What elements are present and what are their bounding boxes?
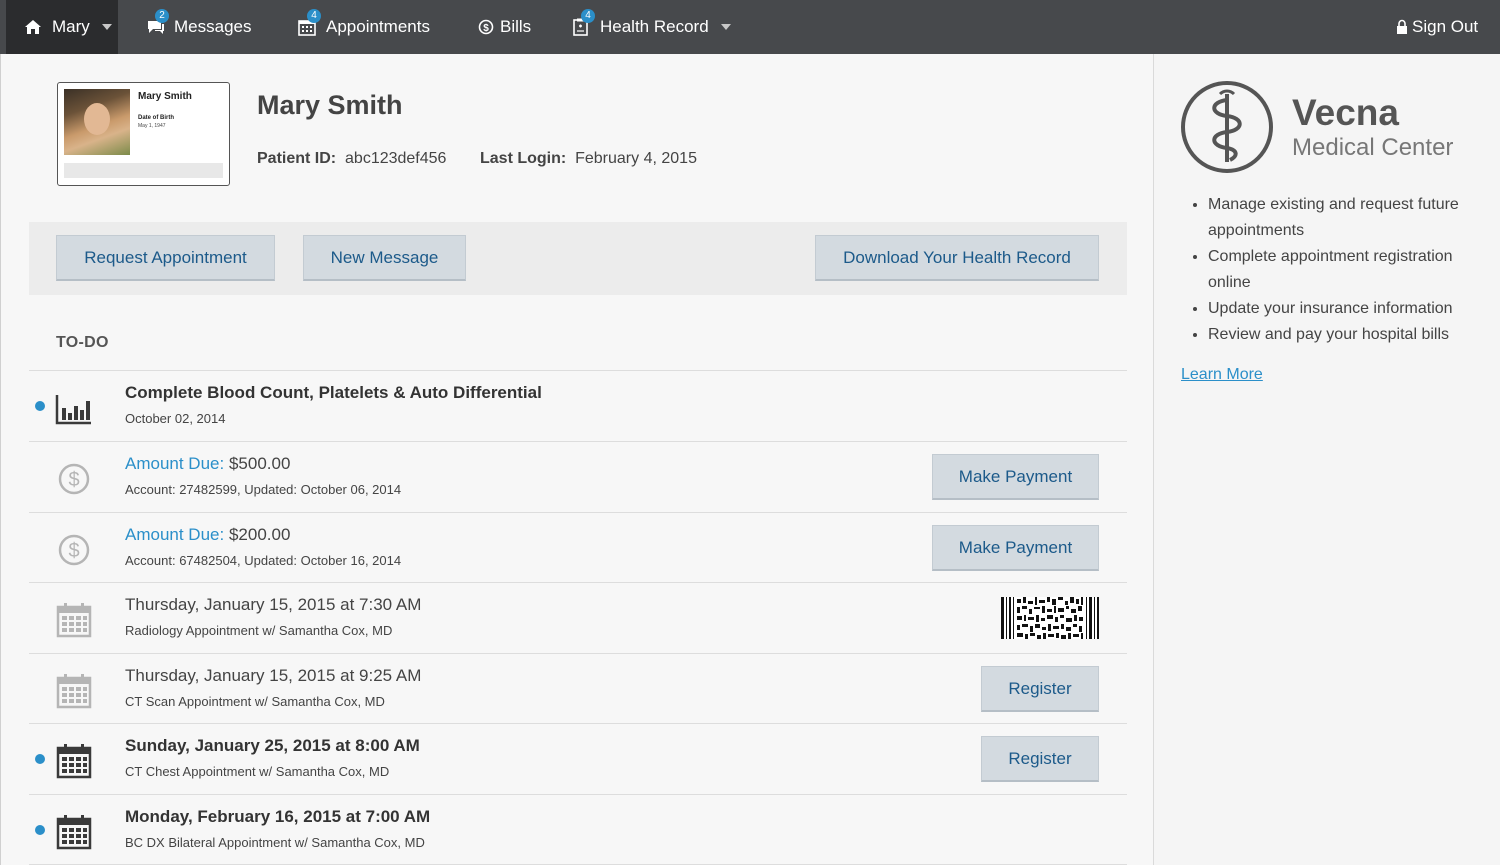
- card-dob: May 1, 1947: [138, 123, 166, 129]
- calendar-icon: [55, 672, 93, 710]
- todo-item-appointment: Thursday, January 15, 2015 at 9:25 AM CT…: [29, 653, 1127, 724]
- nav-appointments-label: Appointments: [326, 17, 430, 36]
- todo-title: Thursday, January 15, 2015 at 9:25 AM: [125, 666, 422, 685]
- make-payment-button[interactable]: Make Payment: [932, 454, 1099, 500]
- card-name: Mary Smith: [138, 91, 192, 102]
- sign-out-label: Sign Out: [1412, 17, 1479, 36]
- svg-text:$: $: [483, 23, 489, 34]
- health-record-badge: 4: [581, 9, 595, 23]
- todo-title: Thursday, January 15, 2015 at 7:30 AM: [125, 595, 422, 614]
- last-login-value: February 4, 2015: [575, 150, 697, 167]
- patient-id: Patient ID: abc123def456: [257, 150, 446, 168]
- register-button[interactable]: Register: [981, 666, 1099, 712]
- brand-name: Vecna: [1292, 92, 1399, 133]
- todo-title: Complete Blood Count, Platelets & Auto D…: [125, 383, 542, 402]
- todo-subtitle: Account: 67482504, Updated: October 16, …: [125, 553, 402, 568]
- last-login: Last Login: February 4, 2015: [480, 150, 697, 168]
- caduceus-logo-icon: [1181, 81, 1273, 173]
- amount-due-value: $200.00: [228, 525, 291, 544]
- sign-out-link[interactable]: Sign Out: [1396, 0, 1478, 54]
- todo-subtitle: Radiology Appointment w/ Samantha Cox, M…: [125, 623, 393, 638]
- todo-subtitle: BC DX Bilateral Appointment w/ Samantha …: [125, 835, 425, 850]
- chevron-down-icon: [720, 24, 731, 30]
- todo-title: Amount Due: $200.00: [125, 525, 290, 545]
- todo-item-appointment: Monday, February 16, 2015 at 7:00 AM BC …: [29, 794, 1127, 865]
- card-strip: [64, 163, 223, 178]
- nav-messages[interactable]: 2 Messages: [146, 0, 251, 54]
- lock-icon: [1396, 18, 1408, 36]
- unread-dot: [35, 825, 45, 835]
- brand-subtitle: Medical Center: [1292, 134, 1454, 161]
- nav-bills[interactable]: $ Bills: [478, 0, 531, 54]
- todo-item-bill: $ Amount Due: $200.00 Account: 67482504,…: [29, 512, 1127, 583]
- appointments-badge: 4: [307, 9, 321, 23]
- amount-due-value: $500.00: [228, 454, 291, 473]
- register-button[interactable]: Register: [981, 736, 1099, 782]
- calendar-icon: [55, 813, 93, 851]
- last-login-label: Last Login:: [480, 150, 567, 167]
- main-content: Mary Smith Date of Birth May 1, 1947 Mar…: [0, 54, 1153, 865]
- nav-health-record[interactable]: 4 Health Record: [572, 0, 731, 54]
- dollar-circle-icon: $: [478, 18, 496, 36]
- patient-photo: [64, 89, 130, 155]
- calendar-icon: [55, 601, 93, 639]
- patient-id-card: Mary Smith Date of Birth May 1, 1947: [57, 82, 230, 186]
- svg-text:$: $: [68, 469, 79, 491]
- chart-icon: [55, 389, 93, 427]
- todo-subtitle: October 02, 2014: [125, 411, 226, 426]
- todo-subtitle: CT Scan Appointment w/ Samantha Cox, MD: [125, 694, 385, 709]
- unread-dot: [35, 754, 45, 764]
- clipboard-icon: 4: [572, 9, 595, 36]
- patient-id-value: abc123def456: [345, 150, 447, 167]
- benefit-item: Complete appointment registration online: [1208, 244, 1498, 296]
- svg-text:$: $: [68, 540, 79, 562]
- patient-name: Mary Smith: [257, 90, 403, 120]
- nav-appointments[interactable]: 4 Appointments: [298, 0, 430, 54]
- todo-title: Sunday, January 25, 2015 at 8:00 AM: [125, 736, 420, 755]
- top-navigation: Mary 2 Messages 4 Appointments $ Bills 4…: [0, 0, 1500, 54]
- todo-subtitle: CT Chest Appointment w/ Samantha Cox, MD: [125, 764, 390, 779]
- dollar-icon: $: [55, 460, 93, 498]
- amount-due-label: Amount Due:: [125, 525, 225, 544]
- todo-subtitle: Account: 27482599, Updated: October 06, …: [125, 482, 402, 497]
- download-health-record-button[interactable]: Download Your Health Record: [815, 235, 1099, 281]
- benefits-list: Manage existing and request future appoi…: [1208, 192, 1498, 348]
- card-dob-label: Date of Birth: [138, 115, 174, 121]
- benefit-item: Update your insurance information: [1208, 296, 1498, 322]
- messages-badge: 2: [155, 9, 169, 23]
- calendar-icon: [55, 742, 93, 780]
- todo-title: Monday, February 16, 2015 at 7:00 AM: [125, 807, 431, 826]
- request-appointment-button[interactable]: Request Appointment: [56, 235, 275, 281]
- amount-due-label: Amount Due:: [125, 454, 225, 473]
- todo-item-appointment: Thursday, January 15, 2015 at 7:30 AM Ra…: [29, 582, 1127, 653]
- learn-more-link[interactable]: Learn More: [1181, 366, 1263, 384]
- home-icon: [24, 18, 42, 36]
- benefit-item: Manage existing and request future appoi…: [1208, 192, 1498, 244]
- todo-heading: TO-DO: [56, 334, 109, 351]
- chevron-down-icon: [101, 24, 112, 30]
- chat-icon: 2: [146, 9, 169, 36]
- sidebar: Vecna Medical Center Manage existing and…: [1153, 54, 1500, 865]
- patient-id-label: Patient ID:: [257, 150, 337, 167]
- user-menu[interactable]: Mary: [6, 0, 118, 54]
- user-name: Mary: [52, 17, 90, 36]
- make-payment-button[interactable]: Make Payment: [932, 525, 1099, 571]
- calendar-icon: 4: [298, 9, 321, 36]
- new-message-button[interactable]: New Message: [303, 235, 466, 281]
- actions-bar: Request Appointment New Message Download…: [29, 222, 1127, 295]
- todo-item-bill: $ Amount Due: $500.00 Account: 27482599,…: [29, 441, 1127, 512]
- dollar-icon: $: [55, 531, 93, 569]
- todo-item-appointment: Sunday, January 25, 2015 at 8:00 AM CT C…: [29, 723, 1127, 794]
- benefit-item: Review and pay your hospital bills: [1208, 322, 1498, 348]
- todo-item-lab-result[interactable]: Complete Blood Count, Platelets & Auto D…: [29, 370, 1127, 441]
- nav-bills-label: Bills: [500, 17, 532, 36]
- nav-messages-label: Messages: [174, 17, 252, 36]
- qr-barcode: [1001, 597, 1099, 639]
- nav-health-record-label: Health Record: [600, 17, 709, 36]
- unread-dot: [35, 401, 45, 411]
- todo-title: Amount Due: $500.00: [125, 454, 290, 474]
